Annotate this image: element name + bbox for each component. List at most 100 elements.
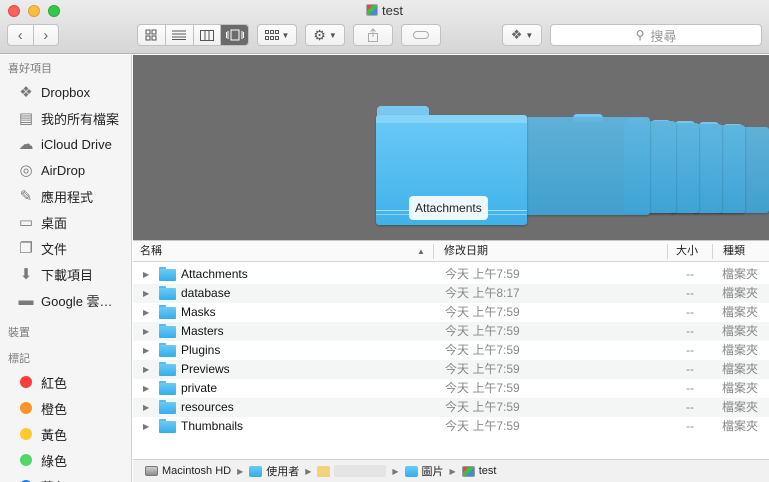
sidebar-item-icloud-drive[interactable]: ☁ iCloud Drive (0, 131, 131, 157)
file-name: resources (181, 400, 234, 414)
file-date: 今天 上午7:59 (445, 362, 520, 376)
sidebar-item-documents[interactable]: ❐ 文件 (0, 235, 131, 261)
folder-icon (249, 465, 263, 477)
path-item-volume[interactable]: Macintosh HD (145, 465, 231, 477)
cover-flow-caption: Attachments (409, 196, 488, 220)
path-item-current[interactable]: test (461, 465, 496, 477)
sidebar-item-label: 下載項目 (41, 267, 94, 283)
edit-tags-button[interactable] (401, 24, 441, 46)
sidebar-item-airdrop[interactable]: ◎ AirDrop (0, 157, 131, 183)
forward-button[interactable]: › (32, 25, 59, 45)
list-view-button[interactable] (164, 25, 193, 45)
column-header-date[interactable]: 修改日期 (444, 241, 488, 262)
column-header-size[interactable]: 大小 (676, 241, 698, 262)
file-size: -- (686, 362, 694, 376)
file-kind: 檔案夾 (722, 343, 759, 357)
disclosure-triangle-icon[interactable]: ▶ (143, 305, 149, 320)
file-size: -- (686, 381, 694, 395)
folder-icon (159, 381, 176, 395)
sidebar-tag-green[interactable]: 綠色 (0, 447, 131, 473)
view-mode-group (137, 24, 249, 46)
sidebar-tag-red[interactable]: 紅色 (0, 369, 131, 395)
table-row[interactable]: ▶ Thumbnails 今天 上午7:59 -- 檔案夾 (133, 417, 769, 436)
path-item-home[interactable] (317, 465, 387, 477)
sidebar: 喜好項目 ❖ Dropbox ▤ 我的所有檔案 ☁ iCloud Drive ◎ Air… (0, 55, 132, 482)
path-item-label: 使用者 (266, 466, 300, 478)
sidebar-tag-blue[interactable]: 藍色 (0, 473, 131, 482)
chevron-down-icon: ▼ (525, 30, 534, 40)
column-header-name[interactable]: 名稱 (140, 241, 162, 262)
action-button[interactable]: ⚙ ▼ (305, 24, 345, 46)
share-button[interactable] (353, 24, 393, 46)
sidebar-item-dropbox[interactable]: ❖ Dropbox (0, 79, 131, 105)
sidebar-tag-yellow[interactable]: 黃色 (0, 421, 131, 447)
table-row[interactable]: ▶ Attachments 今天 上午7:59 -- 檔案夾 (133, 265, 769, 284)
table-row[interactable]: ▶ Masters 今天 上午7:59 -- 檔案夾 (133, 322, 769, 341)
path-item-users[interactable]: 使用者 (249, 463, 299, 479)
back-button[interactable]: ‹ (8, 25, 33, 45)
sidebar-item-downloads[interactable]: ⬇ 下載項目 (0, 261, 131, 287)
sidebar-item-desktop[interactable]: ▭ 桌面 (0, 209, 131, 235)
path-separator-icon: ▶ (449, 466, 456, 476)
tag-color-dot (20, 428, 32, 440)
file-kind: 檔案夾 (722, 286, 759, 300)
sidebar-item-applications[interactable]: ✎ 應用程式 (0, 183, 131, 209)
icon-view-icon (145, 29, 157, 41)
document-icon: ❐ (19, 240, 33, 257)
window-title-text: test (382, 3, 403, 18)
arrange-button[interactable]: ▼ (257, 24, 297, 46)
table-row[interactable]: ▶ private 今天 上午7:59 -- 檔案夾 (133, 379, 769, 398)
file-size: -- (686, 324, 694, 338)
cover-flow-view-button[interactable] (220, 25, 248, 45)
path-separator-icon: ▶ (392, 466, 399, 476)
list-column-headers: 名稱 ▲ 修改日期 大小 種類 (133, 240, 769, 262)
disclosure-triangle-icon[interactable]: ▶ (143, 362, 149, 377)
arrange-grid-icon (264, 30, 279, 40)
back-forward-group: ‹ › (7, 24, 59, 46)
table-row[interactable]: ▶ Previews 今天 上午7:59 -- 檔案夾 (133, 360, 769, 379)
airdrop-icon: ◎ (19, 162, 33, 179)
search-input[interactable]: ⚲ 搜尋 (550, 24, 762, 46)
sidebar-item-all-files[interactable]: ▤ 我的所有檔案 (0, 105, 131, 131)
table-row[interactable]: ▶ resources 今天 上午7:59 -- 檔案夾 (133, 398, 769, 417)
sidebar-tag-orange[interactable]: 橙色 (0, 395, 131, 421)
disclosure-triangle-icon[interactable]: ▶ (143, 324, 149, 339)
table-row[interactable]: ▶ Plugins 今天 上午7:59 -- 檔案夾 (133, 341, 769, 360)
toolbar: test ‹ › ▼ ⚙ ▼ ❖ ▼ ⚲ 搜尋 (0, 0, 769, 54)
file-date: 今天 上午7:59 (445, 343, 520, 357)
column-view-button[interactable] (192, 25, 221, 45)
sidebar-item-label: 我的所有檔案 (41, 111, 120, 127)
search-icon: ⚲ (635, 28, 645, 42)
file-kind: 檔案夾 (722, 362, 759, 376)
table-row[interactable]: ▶ Masks 今天 上午7:59 -- 檔案夾 (133, 303, 769, 322)
finder-window: test ‹ › ▼ ⚙ ▼ ❖ ▼ ⚲ 搜尋 喜好項目 ❖ Dropbox ▤… (0, 0, 769, 482)
file-date: 今天 上午7:59 (445, 419, 520, 433)
icon-view-button[interactable] (138, 25, 165, 45)
path-item-label: 圖片 (421, 466, 444, 478)
sidebar-item-google-drive[interactable]: ▬ Google 雲… (0, 287, 131, 313)
folder-icon (159, 324, 176, 338)
file-size: -- (686, 305, 694, 319)
disclosure-triangle-icon[interactable]: ▶ (143, 400, 149, 415)
disclosure-triangle-icon[interactable]: ▶ (143, 267, 149, 282)
disclosure-triangle-icon[interactable]: ▶ (143, 286, 149, 301)
chevron-right-icon: › (43, 26, 49, 44)
file-date: 今天 上午7:59 (445, 267, 520, 281)
sidebar-tag-label: 藍色 (41, 477, 67, 482)
dropbox-toolbar-button[interactable]: ❖ ▼ (502, 24, 542, 46)
file-size: -- (686, 286, 694, 300)
column-header-kind[interactable]: 種類 (723, 241, 745, 262)
share-icon (368, 28, 378, 42)
disclosure-triangle-icon[interactable]: ▶ (143, 381, 149, 396)
disclosure-triangle-icon[interactable]: ▶ (143, 343, 149, 358)
folder-icon (159, 419, 176, 433)
path-item-pictures[interactable]: 圖片 (404, 463, 444, 479)
file-name: Plugins (181, 343, 221, 357)
chevron-down-icon: ▼ (328, 30, 337, 40)
table-row[interactable]: ▶ database 今天 上午8:17 -- 檔案夾 (133, 284, 769, 303)
applications-icon: ✎ (19, 188, 33, 205)
disclosure-triangle-icon[interactable]: ▶ (143, 419, 149, 434)
dropbox-icon: ❖ (19, 84, 33, 101)
file-name: Attachments (181, 267, 248, 281)
all-files-icon: ▤ (18, 110, 34, 127)
